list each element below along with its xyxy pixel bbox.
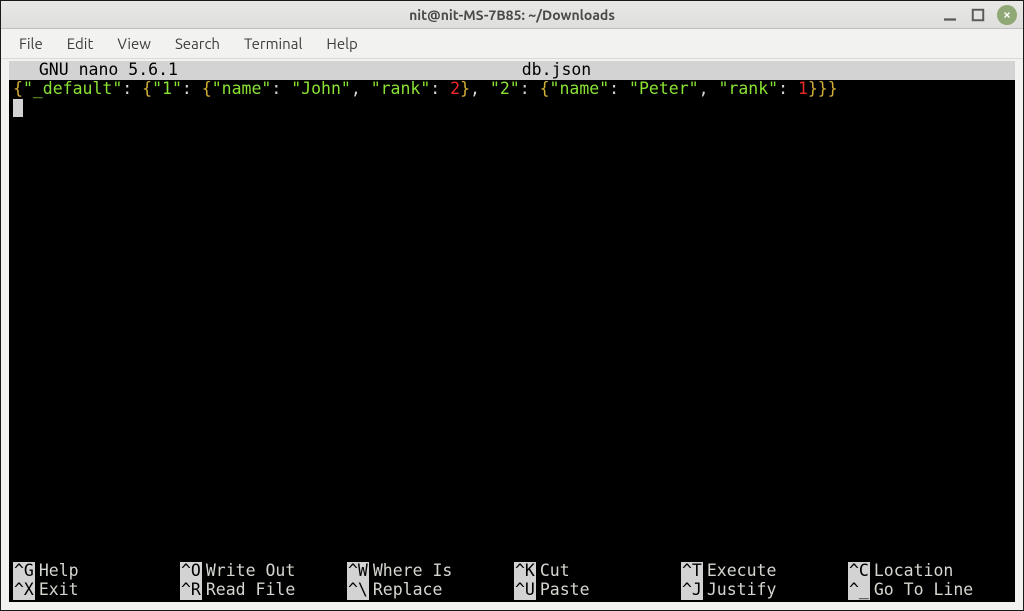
- menu-file[interactable]: File: [9, 32, 53, 55]
- shortcut-execute: ^TExecute: [681, 562, 844, 581]
- key-ctrl-o: ^O: [180, 562, 202, 581]
- nano-content[interactable]: {"_default": {"1": {"name": "John", "ran…: [9, 80, 1015, 562]
- close-icon: [1002, 10, 1012, 20]
- menu-edit[interactable]: Edit: [57, 32, 104, 55]
- menubar: File Edit View Search Terminal Help: [1, 29, 1023, 59]
- maximize-button[interactable]: [969, 6, 987, 24]
- titlebar[interactable]: nit@nit-MS-7B85: ~/Downloads: [1, 1, 1023, 29]
- key-ctrl-w: ^W: [347, 562, 369, 581]
- key-ctrl-r: ^R: [180, 581, 202, 600]
- terminal-area[interactable]: GNU nano 5.6.1 db.json {"_default": {"1"…: [9, 61, 1015, 602]
- nano-shortcuts: ^GHelp ^OWrite Out ^WWhere Is ^KCut ^TEx…: [9, 562, 1015, 602]
- shortcut-location: ^CLocation: [848, 562, 1011, 581]
- editor-line-1: {"_default": {"1": {"name": "John", "ran…: [13, 79, 838, 98]
- menu-search[interactable]: Search: [165, 32, 230, 55]
- nano-filename: db.json: [98, 61, 1015, 80]
- shortcut-readfile: ^RRead File: [180, 581, 343, 600]
- key-ctrl-g: ^G: [13, 562, 35, 581]
- shortcut-whereis: ^WWhere Is: [347, 562, 510, 581]
- maximize-icon: [969, 6, 987, 24]
- shortcut-writeout: ^OWrite Out: [180, 562, 343, 581]
- key-ctrl-j: ^J: [681, 581, 703, 600]
- key-ctrl-underscore: ^_: [848, 581, 870, 600]
- shortcut-paste: ^UPaste: [514, 581, 677, 600]
- menu-terminal[interactable]: Terminal: [234, 32, 312, 55]
- window-title: nit@nit-MS-7B85: ~/Downloads: [1, 7, 1023, 23]
- shortcut-cut: ^KCut: [514, 562, 677, 581]
- key-ctrl-c: ^C: [848, 562, 870, 581]
- minimize-icon: [941, 6, 959, 24]
- nano-header: GNU nano 5.6.1 db.json: [9, 61, 1015, 80]
- shortcut-help: ^GHelp: [13, 562, 176, 581]
- shortcut-replace: ^\Replace: [347, 581, 510, 600]
- key-ctrl-k: ^K: [514, 562, 536, 581]
- window-controls: [941, 5, 1017, 25]
- menu-help[interactable]: Help: [316, 32, 367, 55]
- key-ctrl-t: ^T: [681, 562, 703, 581]
- shortcut-gotoline: ^_Go To Line: [848, 581, 1011, 600]
- minimize-button[interactable]: [941, 6, 959, 24]
- shortcut-exit: ^XExit: [13, 581, 176, 600]
- key-ctrl-x: ^X: [13, 581, 35, 600]
- shortcut-justify: ^JJustify: [681, 581, 844, 600]
- cursor: [13, 99, 23, 117]
- key-ctrl-u: ^U: [514, 581, 536, 600]
- terminal-window: nit@nit-MS-7B85: ~/Downloads File Edit V…: [0, 0, 1024, 611]
- key-ctrl-backslash: ^\: [347, 581, 369, 600]
- menu-view[interactable]: View: [107, 32, 161, 55]
- close-button[interactable]: [997, 5, 1017, 25]
